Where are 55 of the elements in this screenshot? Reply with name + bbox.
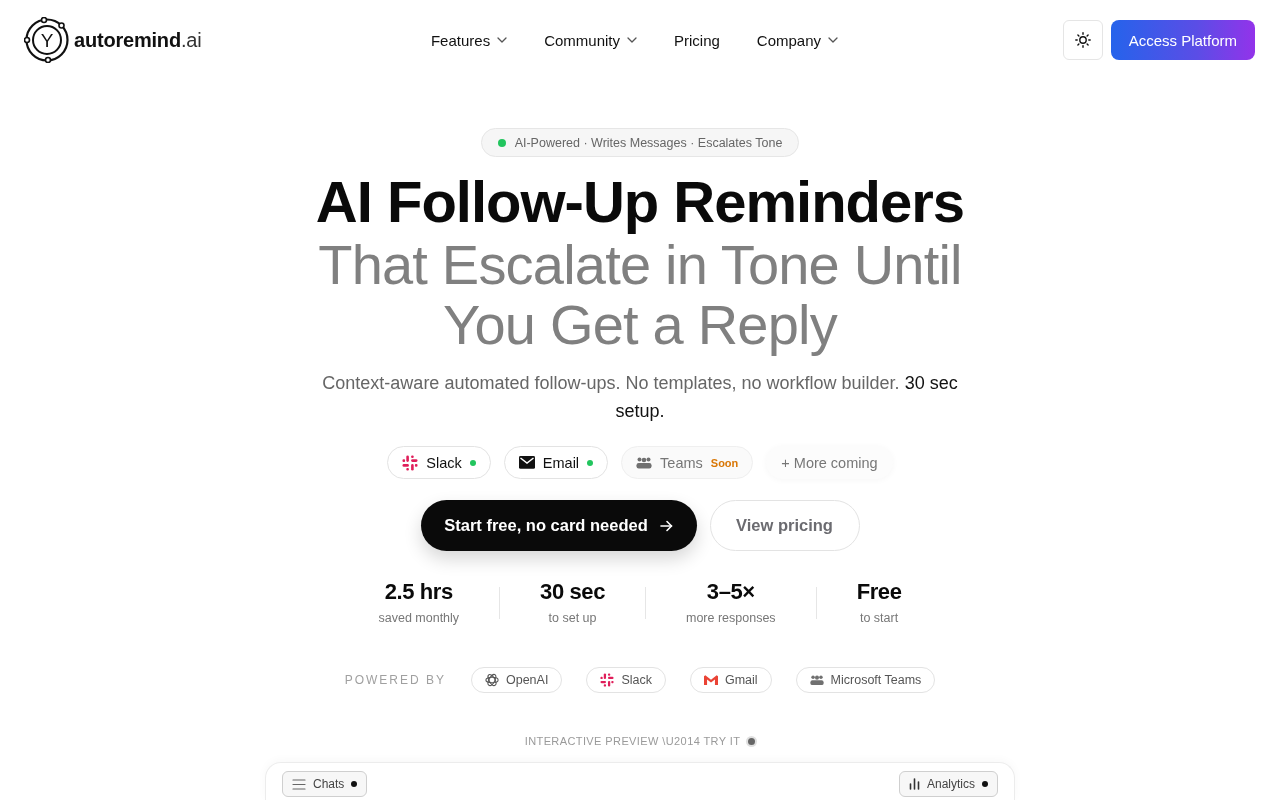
brand-name[interactable]: autoremind.ai	[74, 28, 202, 52]
preview-caption: INTERACTIVE PREVIEW \U2014 TRY IT	[524, 734, 741, 748]
status-dot-icon	[497, 138, 506, 147]
people-icon	[809, 674, 824, 686]
nav-link[interactable]: Community	[544, 31, 637, 49]
channel-label: Slack	[426, 454, 462, 471]
notification-dot-icon	[982, 781, 988, 787]
headline: AI Follow-Up Reminders	[315, 171, 965, 233]
chevron-down-icon	[497, 37, 508, 43]
sun-icon	[1074, 32, 1091, 48]
slack-icon	[402, 454, 419, 471]
stat-value: 3–5×	[706, 579, 755, 605]
arrow-right-icon	[659, 519, 673, 532]
channel-label: Email	[542, 454, 580, 471]
headline-continuation: That Escalate in Tone Until You Get a Reply	[317, 235, 963, 355]
powered-by-label: POWERED BY	[344, 673, 446, 687]
preview-tab[interactable]: Chats	[282, 771, 368, 797]
partner-name: Microsoft Teams	[830, 673, 922, 687]
menu-icon	[292, 778, 306, 790]
stat-value: 30 sec	[540, 579, 605, 605]
stat-value: 2.5 hrs	[384, 579, 453, 605]
partner-name: Gmail	[724, 673, 758, 687]
preview-tab[interactable]: Analytics	[898, 771, 998, 797]
chevron-down-icon	[828, 37, 839, 43]
coming-soon-label: Soon	[710, 456, 739, 469]
theme-toggle-button[interactable]	[1062, 20, 1103, 60]
gmail-icon	[703, 674, 718, 686]
bar-chart-icon	[908, 778, 920, 790]
envelope-icon	[518, 456, 535, 469]
status-dot-icon	[587, 459, 594, 466]
notification-dot-icon	[351, 781, 358, 787]
stat-value: Free	[856, 579, 902, 605]
logo-icon[interactable]: Y	[24, 17, 70, 63]
stat-caption: more responses	[686, 610, 776, 627]
people-icon	[636, 456, 653, 469]
stat-caption: saved monthly	[378, 610, 460, 627]
status-dot-icon	[469, 459, 476, 466]
nav-link[interactable]: Features	[430, 31, 508, 49]
slack-icon	[600, 673, 615, 687]
partner-name: Slack	[621, 673, 652, 687]
start-free-button[interactable]: Start free, no card needed	[420, 500, 697, 551]
access-platform-button[interactable]: Access Platform	[1110, 20, 1255, 60]
status-dot-icon	[748, 737, 756, 745]
nav-link[interactable]: Company	[756, 31, 839, 49]
badge-text: AI-Powered · Writes Messages · Escalates Tone	[514, 135, 783, 150]
partner-name: OpenAI	[506, 673, 549, 687]
stat-caption: to start	[859, 610, 899, 627]
knot-icon	[485, 673, 499, 687]
chevron-down-icon	[627, 37, 637, 43]
nav-link[interactable]: Pricing	[674, 31, 720, 49]
stat-caption: to set up	[548, 610, 597, 627]
channel-label: + More coming	[781, 454, 878, 471]
hero-description: Context-aware automated follow-ups. No templates, no workflow builder. 30 sec setup.	[321, 372, 959, 423]
view-pricing-button[interactable]: View pricing	[709, 500, 860, 551]
channel-label: Teams	[660, 454, 703, 471]
